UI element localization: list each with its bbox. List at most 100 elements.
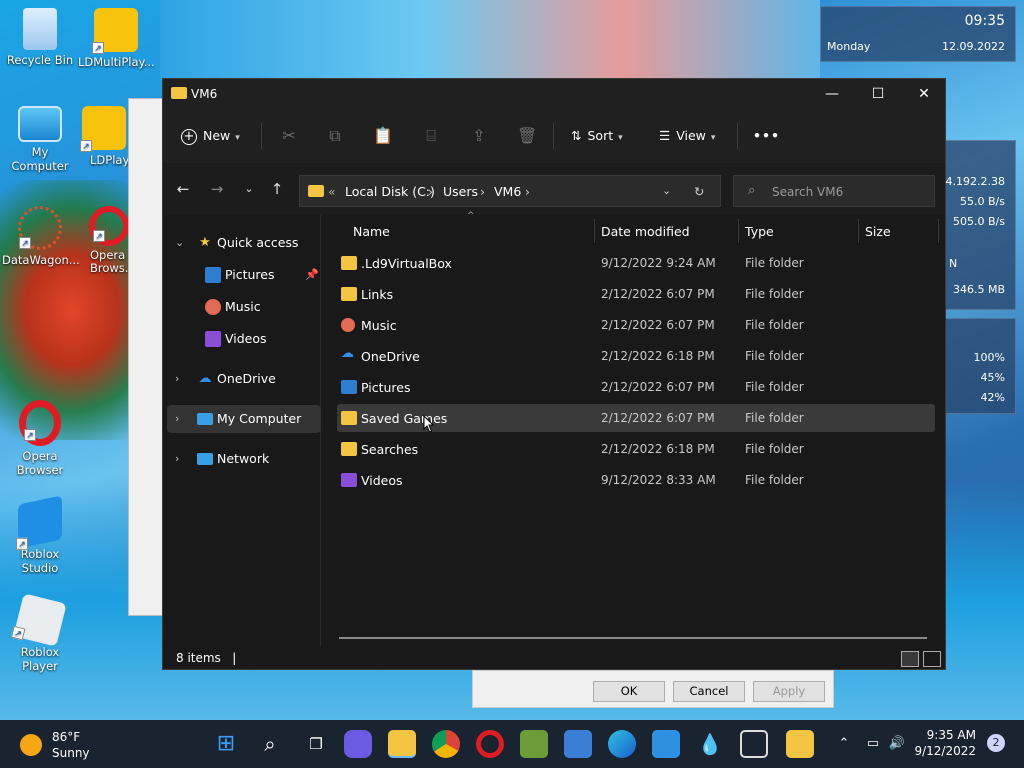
chevron-down-icon: ▾ <box>710 133 716 143</box>
chrome-icon[interactable] <box>432 730 460 758</box>
sidebar-item-quick-access[interactable]: ⌄ ★ Quick access <box>167 229 321 257</box>
desktop-icon-datawagon[interactable]: ↗ DataWagon... <box>2 206 80 267</box>
notification-badge[interactable]: 2 <box>987 734 1005 752</box>
taskbar-clock[interactable]: 9:35 AM 9/12/2022 <box>910 728 976 758</box>
forward-arrow-icon[interactable]: → <box>205 177 229 201</box>
toolbar-separator <box>553 123 554 149</box>
column-separator[interactable] <box>738 219 739 243</box>
sidebar-item-my-computer[interactable]: › My Computer <box>167 405 321 433</box>
table-row[interactable]: Searches 2/12/2022 6:18 PM File folder <box>337 435 935 463</box>
chevron-down-icon[interactable]: ⌄ <box>175 229 184 257</box>
mail-icon[interactable] <box>652 730 680 758</box>
desktop-icon-ldmultiplayer[interactable]: ↗ LDMultiPlay... <box>78 8 155 69</box>
up-arrow-icon[interactable]: ↑ <box>265 177 289 201</box>
desktop-icon-roblox-studio[interactable]: ↗ Roblox Studio <box>2 495 78 575</box>
view-button[interactable]: ☰ View ▾ <box>659 125 715 147</box>
desktop-icon-roblox-player[interactable]: ↗ Roblox Player <box>2 593 78 673</box>
sidebar-item-videos[interactable]: Videos <box>167 325 321 353</box>
horizontal-scrollbar[interactable] <box>339 637 927 639</box>
mouse-cursor-icon <box>423 415 435 433</box>
chevron-right-icon[interactable]: › <box>175 445 179 473</box>
sort-button[interactable]: ⇅ Sort ▾ <box>571 125 623 147</box>
rename-icon[interactable]: ⌸ <box>421 126 441 146</box>
delete-icon[interactable]: 🗑 <box>517 126 537 146</box>
breadcrumb-vm6[interactable]: VM6 <box>494 184 521 199</box>
minecraft-icon[interactable] <box>520 730 548 758</box>
search-icon[interactable]: ⌕ <box>256 730 284 758</box>
chat-icon[interactable] <box>344 730 372 758</box>
maximize-button[interactable]: ☐ <box>855 79 901 109</box>
share-icon[interactable]: ⇪ <box>469 126 489 146</box>
search-input[interactable] <box>772 182 922 202</box>
desktop-icon-recycle-bin[interactable]: Recycle Bin <box>2 8 78 67</box>
ok-button[interactable]: OK <box>593 681 665 702</box>
desktop-icon-opera-gx[interactable]: ↗ Opera Brows... <box>88 206 130 275</box>
column-header-name[interactable]: Name <box>353 224 390 239</box>
star-icon: ★ <box>199 235 211 250</box>
address-bar[interactable]: « Local Disk (C:) › Users › VM6 › ⌄ ↻ <box>299 175 721 207</box>
column-separator[interactable] <box>938 219 939 243</box>
folder-icon <box>308 185 324 197</box>
start-windows-icon[interactable]: ⊞ <box>212 730 240 758</box>
table-row[interactable]: .Ld9VirtualBox 9/12/2022 9:24 AM File fo… <box>337 249 935 277</box>
minimize-button[interactable]: — <box>809 79 855 109</box>
store-icon[interactable] <box>564 730 592 758</box>
weather-temperature: 86°F <box>52 730 81 744</box>
table-row[interactable]: ☁ OneDrive 2/12/2022 6:18 PM File folder <box>337 342 935 370</box>
search-box[interactable]: ⌕ <box>733 175 935 207</box>
desktop-icon-opera-browser[interactable]: ↗ Opera Browser <box>2 400 78 477</box>
cancel-button[interactable]: Cancel <box>673 681 745 702</box>
widget-usage-1: 100% <box>973 351 1005 364</box>
copy-icon[interactable]: ⧉ <box>325 126 345 146</box>
column-separator[interactable] <box>594 219 595 243</box>
table-row[interactable]: Music 2/12/2022 6:07 PM File folder <box>337 311 935 339</box>
sidebar-item-network[interactable]: › Network <box>167 445 321 473</box>
tiles-view-icon[interactable] <box>923 651 941 667</box>
apply-button[interactable]: Apply <box>753 681 825 702</box>
column-header-type[interactable]: Type <box>745 224 774 239</box>
command-bar: + New ▾ ✂ ⧉ 📋 ⌸ ⇪ 🗑 ⇅ Sort ▾ ☰ View ▾ ••• <box>163 109 945 163</box>
folder-icon <box>341 256 357 270</box>
back-arrow-icon[interactable]: ← <box>171 177 195 201</box>
widget-clock: 09:35 Monday 12.09.2022 <box>820 6 1016 62</box>
opera-icon[interactable] <box>476 730 504 758</box>
cut-icon[interactable]: ✂ <box>279 126 299 146</box>
column-separator[interactable] <box>858 219 859 243</box>
more-options-button[interactable]: ••• <box>753 125 780 147</box>
close-button[interactable]: ✕ <box>901 79 947 109</box>
breadcrumb-local-disk[interactable]: Local Disk (C:) <box>345 184 435 199</box>
task-view-icon[interactable]: ❐ <box>302 730 330 758</box>
table-row[interactable]: Pictures 2/12/2022 6:07 PM File folder <box>337 373 935 401</box>
desktop-icon-ldplayer[interactable]: ↗ LDPlay... <box>78 106 130 167</box>
network-status-icon[interactable]: ▭ <box>862 730 884 758</box>
address-dropdown-chevron-icon[interactable]: ⌄ <box>662 184 671 197</box>
app-icon[interactable] <box>740 730 768 758</box>
table-row[interactable]: Videos 9/12/2022 8:33 AM File folder <box>337 466 935 494</box>
desktop-icon-my-computer[interactable]: My Computer <box>2 106 78 173</box>
details-view-icon[interactable] <box>901 651 919 667</box>
column-header-date[interactable]: Date modified <box>601 224 690 239</box>
volume-icon[interactable]: 🔊 <box>886 730 908 758</box>
sidebar-item-onedrive[interactable]: › ☁ OneDrive <box>167 365 321 393</box>
file-explorer-icon[interactable] <box>388 730 416 758</box>
sidebar-item-pictures[interactable]: Pictures 📌 <box>167 261 321 289</box>
breadcrumb-overflow[interactable]: « <box>328 184 336 199</box>
new-button[interactable]: + New ▾ <box>181 125 240 147</box>
clock-date: 9/12/2022 <box>914 744 976 758</box>
breadcrumb-users[interactable]: Users <box>443 184 478 199</box>
folder-icon[interactable] <box>786 730 814 758</box>
droplet-icon[interactable]: 💧 <box>696 730 724 758</box>
refresh-icon[interactable]: ↻ <box>694 184 704 199</box>
chevron-right-icon[interactable]: › <box>175 365 179 393</box>
status-bar: 8 items | <box>163 647 945 671</box>
chevron-right-icon[interactable]: › <box>175 405 179 433</box>
column-header-size[interactable]: Size <box>865 224 891 239</box>
paste-icon[interactable]: 📋 <box>373 126 393 146</box>
title-bar[interactable]: VM6 — ☐ ✕ <box>163 79 945 109</box>
recent-locations-chevron-icon[interactable]: ⌄ <box>237 177 261 201</box>
edge-icon[interactable] <box>608 730 636 758</box>
pin-icon[interactable]: 📌 <box>305 261 319 289</box>
sidebar-item-music[interactable]: Music <box>167 293 321 321</box>
table-row[interactable]: Links 2/12/2022 6:07 PM File folder <box>337 280 935 308</box>
chevron-up-icon[interactable]: ⌃ <box>834 730 854 758</box>
